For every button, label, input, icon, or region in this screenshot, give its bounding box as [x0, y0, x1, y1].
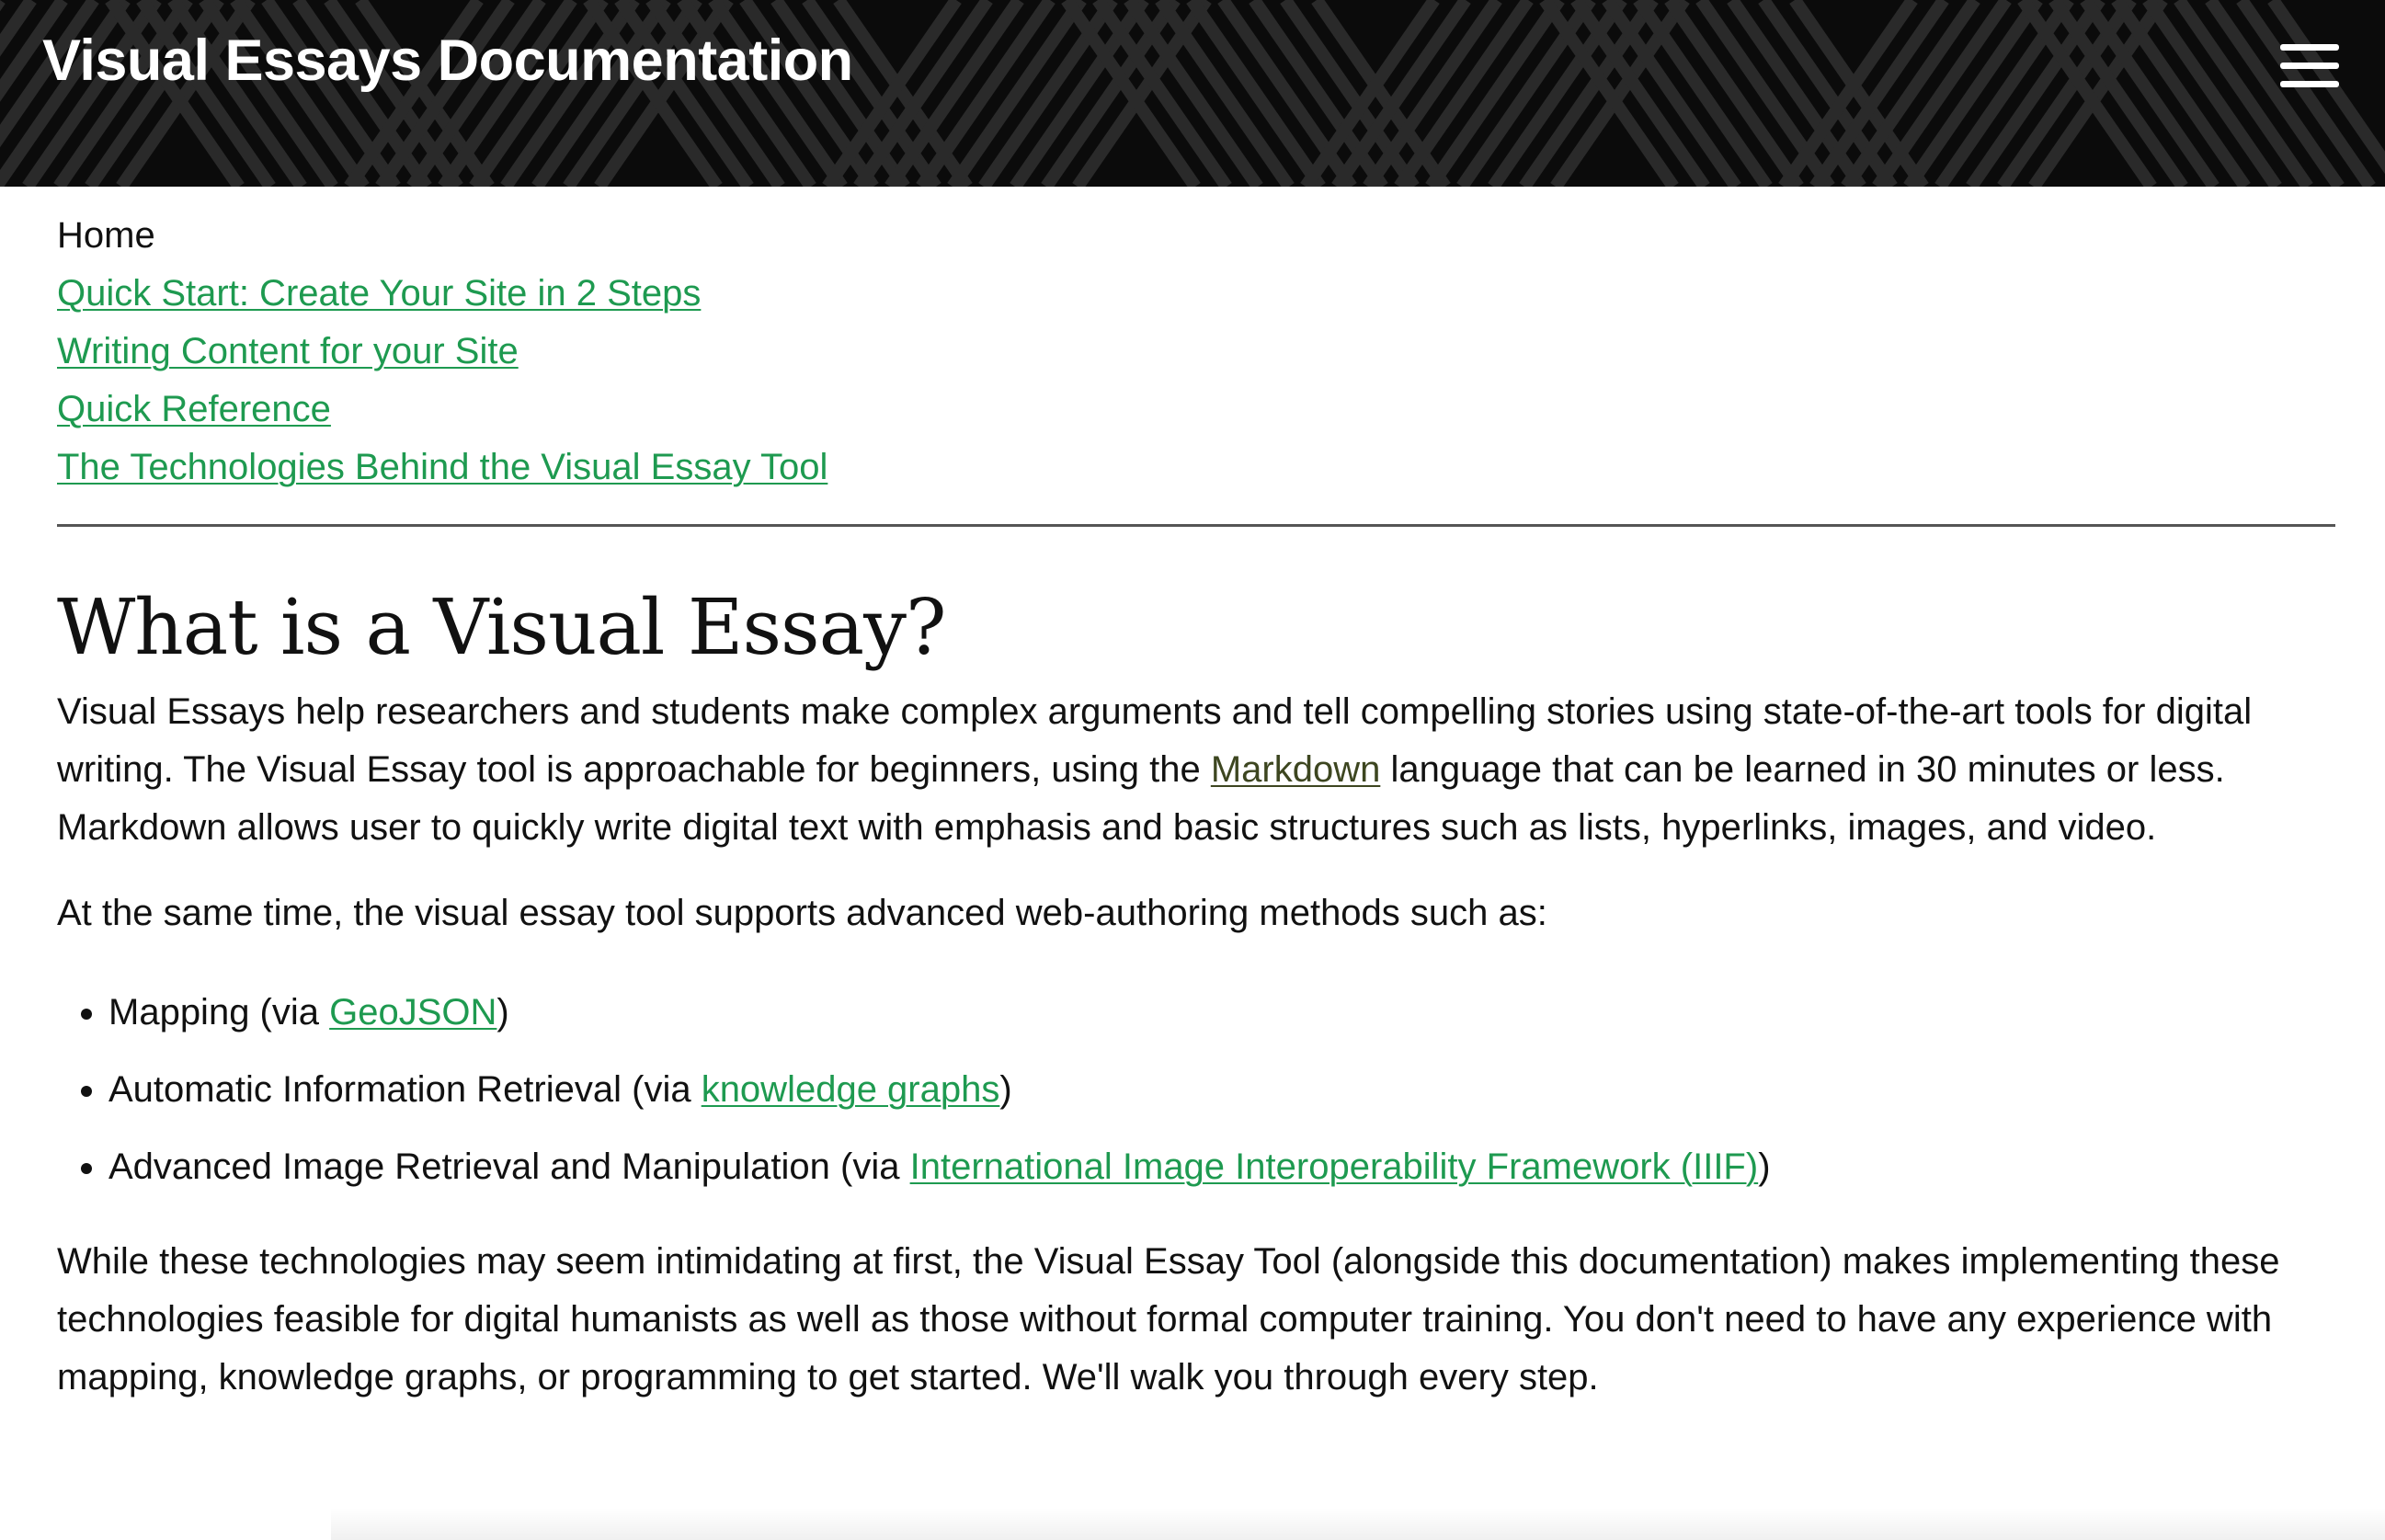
method-text: Automatic Information Retrieval (via [108, 1069, 702, 1110]
markdown-link[interactable]: Markdown [1211, 749, 1381, 790]
nav-link-quick-reference[interactable]: Quick Reference [57, 381, 2335, 439]
page-nav: Home Quick Start: Create Your Site in 2 … [57, 207, 2335, 496]
site-header: Visual Essays Documentation [0, 0, 2385, 187]
method-text: Mapping (via [108, 992, 330, 1032]
divider [57, 524, 2335, 527]
nav-item-home[interactable]: Home [57, 207, 2335, 265]
method-text: Advanced Image Retrieval and Manipulatio… [108, 1146, 910, 1187]
method-text-end: ) [1758, 1146, 1771, 1187]
methods-list: Mapping (via GeoJSON) Automatic Informat… [57, 984, 2335, 1196]
nav-link-quick-start[interactable]: Quick Start: Create Your Site in 2 Steps [57, 265, 2335, 323]
method-text-end: ) [496, 992, 509, 1032]
bottom-shadow [331, 1508, 2385, 1540]
method-text-end: ) [999, 1069, 1012, 1110]
iiif-link[interactable]: International Image Interoperability Fra… [910, 1146, 1759, 1187]
hamburger-menu-icon[interactable] [2280, 44, 2339, 88]
main-content: Home Quick Start: Create Your Site in 2 … [57, 187, 2335, 1407]
knowledge-graphs-link[interactable]: knowledge graphs [702, 1069, 1000, 1110]
list-item: Mapping (via GeoJSON) [108, 984, 2335, 1042]
intro-paragraph: Visual Essays help researchers and stude… [57, 683, 2335, 857]
list-item: Automatic Information Retrieval (via kno… [108, 1061, 2335, 1119]
list-item: Advanced Image Retrieval and Manipulatio… [108, 1138, 2335, 1196]
nav-link-technologies[interactable]: The Technologies Behind the Visual Essay… [57, 439, 2335, 496]
closing-paragraph: While these technologies may seem intimi… [57, 1241, 2280, 1397]
geojson-link[interactable]: GeoJSON [329, 992, 496, 1032]
site-title[interactable]: Visual Essays Documentation [42, 28, 853, 94]
nav-link-writing-content[interactable]: Writing Content for your Site [57, 323, 2335, 381]
page-title: What is a Visual Essay? [57, 583, 947, 672]
advanced-intro-paragraph: At the same time, the visual essay tool … [57, 893, 1547, 933]
